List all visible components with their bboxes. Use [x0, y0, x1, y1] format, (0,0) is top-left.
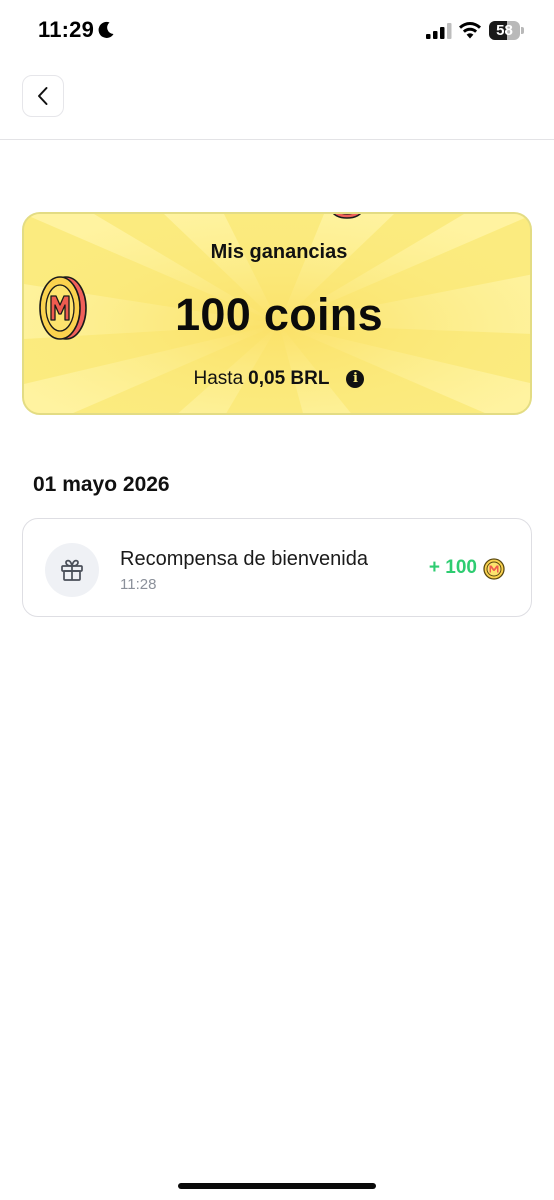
gift-icon [61, 559, 83, 581]
coins-balance: 100 coins [175, 289, 383, 340]
battery-level: 58 [496, 22, 513, 39]
signal-icon [426, 23, 452, 39]
status-time: 11:29 [38, 17, 95, 42]
home-indicator[interactable] [178, 1183, 376, 1189]
status-bar: 11:29 58 [0, 0, 554, 64]
battery-icon: 58 [489, 21, 524, 40]
wifi-icon [459, 22, 481, 39]
coin-icon [483, 558, 505, 580]
back-button[interactable] [22, 75, 64, 117]
conversion-value: 0,05 BRL [248, 368, 330, 389]
transaction-amount: + 100 [428, 557, 477, 578]
moon-icon [98, 21, 114, 38]
history-date-heading: 01 mayo 2026 [33, 473, 170, 496]
coin-icon [332, 214, 362, 219]
earnings-title: Mis ganancias [210, 241, 348, 263]
header-divider [0, 139, 554, 140]
chevron-left-icon [38, 87, 48, 105]
coins-history-screen: 11:29 58 Mis ganancias 100 coins Hasta 0… [0, 0, 554, 1200]
conversion-prefix: Hasta [193, 368, 244, 389]
info-icon[interactable]: i [346, 370, 365, 388]
transaction-title: Recompensa de bienvenida [120, 548, 368, 570]
transaction-time: 11:28 [120, 576, 157, 593]
transaction-row[interactable]: Recompensa de bienvenida 11:28 + 100 [22, 518, 532, 617]
earnings-conversion: Hasta 0,05 BRL i [24, 368, 530, 390]
earnings-card: Mis ganancias 100 coins Hasta 0,05 BRL i [22, 212, 532, 415]
transaction-icon-container [45, 543, 99, 597]
